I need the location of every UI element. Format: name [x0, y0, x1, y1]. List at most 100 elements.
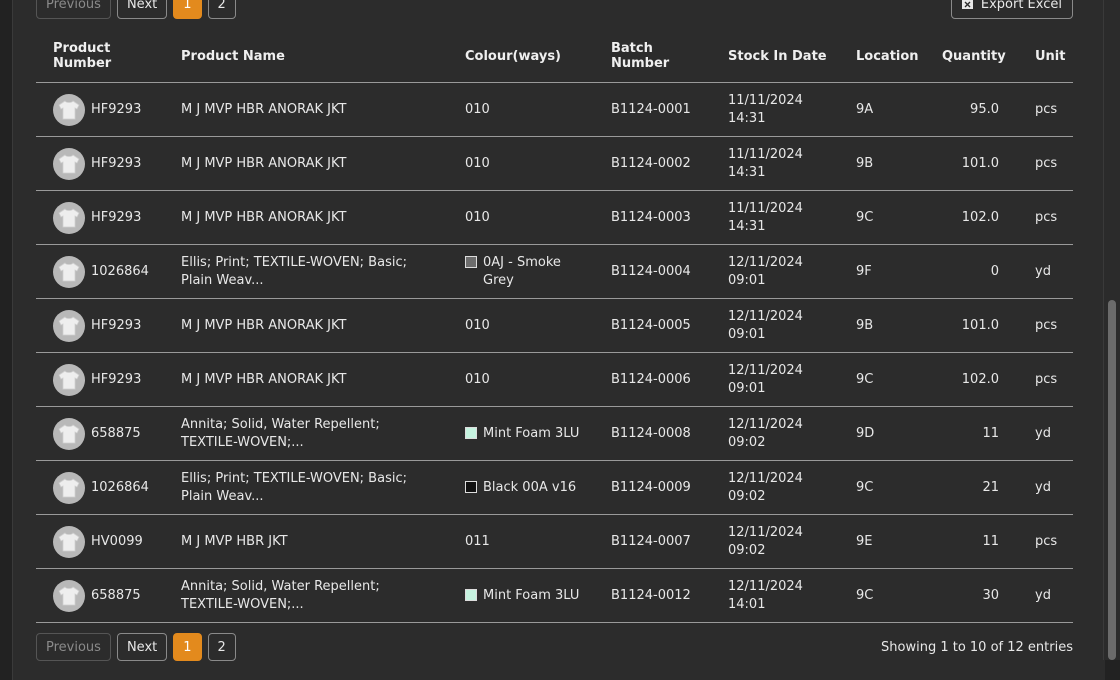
pagination-top: Previous Next 1 2 [36, 0, 236, 19]
table-row[interactable]: HF9293 M J MVP HBR ANORAK JKT 010 B1124-… [36, 352, 1073, 407]
location: 9B [839, 136, 925, 191]
next-button[interactable]: Next [116, 0, 168, 19]
location: 9C [839, 352, 925, 407]
product-name: Annita; Solid, Water Repellent; TEXTILE-… [164, 568, 448, 623]
table-row[interactable]: 1026864 Ellis; Print; TEXTILE-WOVEN; Bas… [36, 460, 1073, 515]
product-number: HF9293 [91, 209, 142, 225]
unit: yd [999, 406, 1073, 461]
tshirt-icon [53, 93, 85, 126]
previous-button[interactable]: Previous [36, 633, 111, 661]
product-name: Annita; Solid, Water Repellent; TEXTILE-… [164, 406, 448, 461]
colourway: 010 [465, 209, 490, 225]
tshirt-icon [53, 255, 85, 288]
location: 9F [839, 244, 925, 299]
previous-button[interactable]: Previous [36, 0, 111, 19]
batch-number: B1124-0002 [594, 136, 711, 191]
page-1-button[interactable]: 1 [173, 633, 202, 661]
product-name: M J MVP HBR ANORAK JKT [164, 136, 448, 191]
batch-number: B1124-0004 [594, 244, 711, 299]
product-name: M J MVP HBR ANORAK JKT [164, 190, 448, 245]
header-location[interactable]: Location [839, 30, 925, 83]
tshirt-icon [53, 309, 85, 342]
export-excel-label: Export Excel [980, 0, 1062, 12]
unit: yd [999, 568, 1073, 623]
table-row[interactable]: HF9293 M J MVP HBR ANORAK JKT 010 B1124-… [36, 298, 1073, 353]
vertical-scrollbar[interactable] [1103, 0, 1120, 660]
quantity: 102.0 [925, 190, 999, 245]
header-stock-in-date[interactable]: Stock In Date [711, 30, 839, 83]
table-row[interactable]: HF9293 M J MVP HBR ANORAK JKT 010 B1124-… [36, 82, 1073, 137]
location: 9C [839, 568, 925, 623]
tshirt-icon [53, 579, 85, 612]
product-name: M J MVP HBR JKT [164, 514, 448, 569]
header-colourways[interactable]: Colour(ways) [448, 30, 594, 83]
table-row[interactable]: 1026864 Ellis; Print; TEXTILE-WOVEN; Bas… [36, 244, 1073, 299]
table-row[interactable]: HF9293 M J MVP HBR ANORAK JKT 010 B1124-… [36, 190, 1073, 245]
header-product-number[interactable]: Product Number [36, 30, 164, 83]
product-number: HF9293 [91, 101, 142, 117]
batch-number: B1124-0008 [594, 406, 711, 461]
unit: yd [999, 460, 1073, 515]
product-number: 1026864 [91, 263, 149, 279]
unit: yd [999, 244, 1073, 299]
header-batch-number[interactable]: Batch Number [594, 30, 711, 83]
batch-number: B1124-0003 [594, 190, 711, 245]
header-unit[interactable]: Unit [999, 30, 1073, 83]
export-excel-button[interactable]: Export Excel [950, 0, 1073, 19]
header-quantity[interactable]: Quantity [925, 30, 1006, 83]
table-row[interactable]: 658875 Annita; Solid, Water Repellent; T… [36, 406, 1073, 461]
quantity: 21 [925, 460, 999, 515]
tshirt-icon [53, 363, 85, 396]
colourway: Mint Foam 3LU [483, 425, 580, 441]
location: 9C [839, 190, 925, 245]
unit: pcs [999, 514, 1073, 569]
header-product-name[interactable]: Product Name [164, 30, 448, 83]
colour-swatch [465, 480, 477, 493]
tshirt-icon [53, 471, 85, 504]
stock-in-date: 12/11/2024 09:01 [711, 244, 839, 299]
location: 9A [839, 82, 925, 137]
product-number: 658875 [91, 425, 141, 441]
table-row[interactable]: HV0099 M J MVP HBR JKT 011 B1124-0007 12… [36, 514, 1073, 569]
stock-in-date: 11/11/2024 14:31 [711, 82, 839, 137]
product-name: M J MVP HBR ANORAK JKT [164, 298, 448, 353]
quantity: 101.0 [925, 298, 999, 353]
product-name: Ellis; Print; TEXTILE-WOVEN; Basic; Plai… [164, 460, 448, 515]
quantity: 11 [925, 406, 999, 461]
table-row[interactable]: 658875 Annita; Solid, Water Repellent; T… [36, 568, 1073, 623]
batch-number: B1124-0005 [594, 298, 711, 353]
batch-number: B1124-0006 [594, 352, 711, 407]
stock-in-date: 12/11/2024 09:01 [711, 352, 839, 407]
colourway: 010 [465, 155, 490, 171]
unit: pcs [999, 352, 1073, 407]
batch-number: B1124-0007 [594, 514, 711, 569]
product-number: 658875 [91, 587, 141, 603]
stock-in-date: 11/11/2024 14:31 [711, 190, 839, 245]
quantity: 30 [925, 568, 999, 623]
page-2-button[interactable]: 2 [207, 0, 236, 19]
stock-in-date: 12/11/2024 09:02 [711, 406, 839, 461]
location: 9B [839, 298, 925, 353]
scrollbar-thumb[interactable] [1108, 300, 1116, 660]
product-number: HV0099 [91, 533, 143, 549]
next-button[interactable]: Next [116, 633, 168, 661]
colour-swatch [465, 426, 477, 439]
stock-in-date: 12/11/2024 09:02 [711, 514, 839, 569]
quantity: 102.0 [925, 352, 999, 407]
location: 9C [839, 460, 925, 515]
product-number: HF9293 [91, 317, 142, 333]
unit: pcs [999, 190, 1073, 245]
page-2-button[interactable]: 2 [207, 633, 236, 661]
stock-in-date: 11/11/2024 14:31 [711, 136, 839, 191]
page-1-button[interactable]: 1 [173, 0, 202, 19]
quantity: 95.0 [925, 82, 999, 137]
table-row[interactable]: HF9293 M J MVP HBR ANORAK JKT 010 B1124-… [36, 136, 1073, 191]
stock-in-date: 12/11/2024 09:02 [711, 460, 839, 515]
quantity: 11 [925, 514, 999, 569]
tshirt-icon [53, 147, 85, 180]
product-number: HF9293 [91, 155, 142, 171]
unit: pcs [999, 136, 1073, 191]
tshirt-icon [53, 201, 85, 234]
product-number: 1026864 [91, 479, 149, 495]
pagination-bottom: Previous Next 1 2 [36, 633, 236, 661]
